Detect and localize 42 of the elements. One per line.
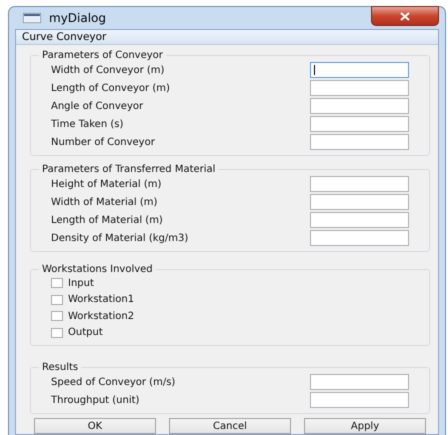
field-label: Angle of Conveyor [51,100,144,112]
input-field[interactable] [310,374,409,390]
dialog-button[interactable]: Apply [304,418,426,434]
input-field[interactable] [310,80,409,96]
field-label: Length of Conveyor (m) [51,82,170,94]
input-field[interactable] [310,62,409,78]
input-field[interactable] [310,116,409,132]
field-label: Density of Material (kg/m3) [51,232,188,244]
dialog-button[interactable]: Cancel [169,418,291,434]
field-label: Width of Material (m) [51,196,158,208]
field-label: Number of Conveyor [51,136,155,148]
checkbox-label: Workstation1 [68,294,134,306]
input-field[interactable] [310,194,409,210]
checkbox-label: Input [68,278,94,289]
checkbox[interactable] [51,311,63,322]
group-title: Parameters of Transferred Material [41,164,216,175]
field-label: Height of Material (m) [51,178,162,190]
input-field[interactable] [310,392,409,408]
checkbox-label: Output [68,327,103,338]
close-icon [399,12,411,20]
input-field[interactable] [310,212,409,228]
close-button[interactable] [371,6,439,26]
window-icon [23,13,41,23]
group-title: Results [41,362,80,373]
group-title: Parameters of Conveyor [41,50,164,61]
field-label: Time Taken (s) [51,118,124,130]
input-field[interactable] [310,230,409,246]
window-title: myDialog [49,11,108,25]
checkbox-label: Workstation2 [68,310,134,322]
field-label: Throughput (unit) [51,394,140,406]
checkbox[interactable] [51,294,63,305]
field-label: Speed of Conveyor (m/s) [51,376,176,388]
checkbox[interactable] [51,328,63,338]
field-label: Length of Material (m) [51,214,163,226]
input-field[interactable] [310,134,409,150]
dialog-button[interactable]: OK [34,418,156,434]
checkbox[interactable] [51,278,63,288]
panel-title: Curve Conveyor [16,30,438,45]
group-title: Workstations Involved [41,264,154,275]
input-field[interactable] [310,176,409,192]
field-label: Width of Conveyor (m) [51,64,164,76]
input-field[interactable] [310,98,409,114]
